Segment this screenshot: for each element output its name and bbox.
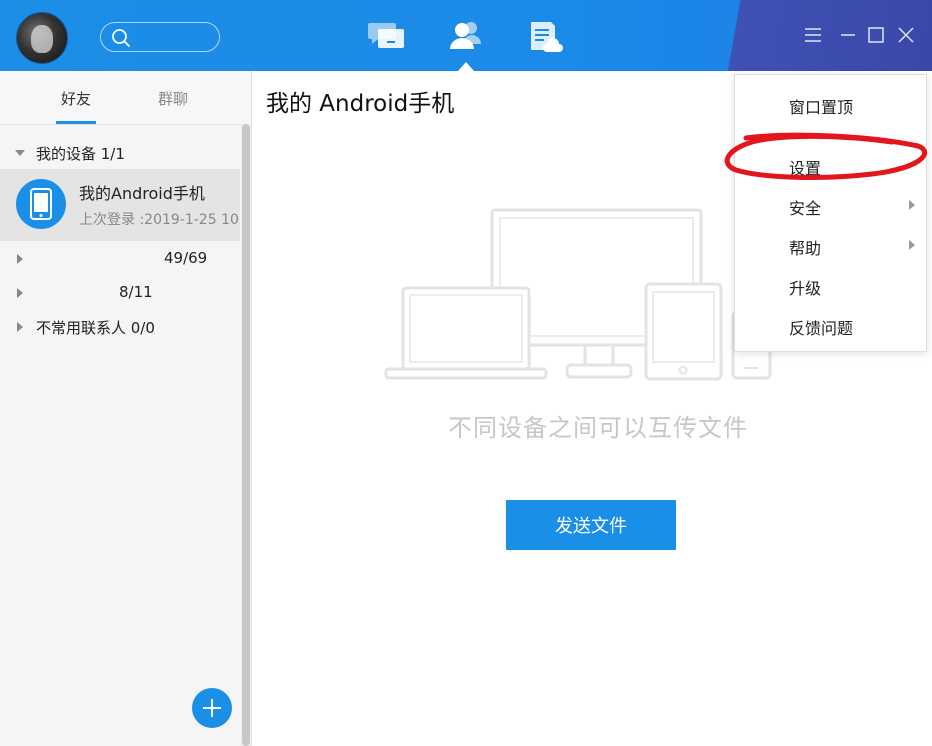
device-list-item[interactable]: 我的Android手机 上次登录 :2019-1-25 10 [0, 169, 240, 241]
notes-icon[interactable] [525, 18, 565, 54]
phone-icon [30, 188, 52, 220]
maximize-icon[interactable] [866, 25, 886, 45]
group-infrequent-contacts[interactable]: 不常用联系人 0/0 [0, 313, 240, 343]
device-name: 我的Android手机 [79, 184, 205, 203]
title-bar [0, 0, 932, 71]
device-avatar [16, 179, 66, 229]
menu-item-label: 设置 [789, 159, 822, 178]
search-icon [112, 29, 130, 47]
submenu-arrow-icon [909, 240, 915, 250]
group-friends-3[interactable]: 8/11 [0, 279, 240, 309]
menu-item-security[interactable]: 安全 [735, 185, 926, 225]
add-button[interactable] [192, 688, 232, 728]
menu-item-help[interactable]: 帮助 [735, 225, 926, 265]
close-icon[interactable] [896, 25, 916, 45]
devices-illustration [384, 208, 772, 381]
device-last-login: 上次登录 :2019-1-25 10 [79, 212, 239, 228]
menu-item-label: 窗口置顶 [789, 98, 854, 117]
group-my-devices[interactable]: 我的设备 1/1 [0, 139, 240, 169]
group-label: 49/69 [164, 249, 208, 267]
menu-item-settings[interactable]: 设置 [735, 145, 926, 185]
submenu-arrow-icon [909, 200, 915, 210]
active-tab-indicator [56, 121, 96, 124]
caret-right-icon [17, 322, 23, 332]
user-avatar[interactable] [16, 12, 68, 64]
empty-hint-text: 不同设备之间可以互传文件 [448, 414, 748, 442]
group-label: 不常用联系人 0/0 [36, 319, 155, 337]
main-menu-dropdown: 窗口置顶 设置 安全 帮助 升级 反馈问题 [734, 74, 927, 352]
caret-right-icon [17, 288, 23, 298]
plus-icon [203, 699, 221, 717]
group-label: 8/11 [119, 283, 153, 301]
menu-item-feedback[interactable]: 反馈问题 [735, 305, 926, 345]
minimize-icon[interactable] [838, 25, 858, 45]
chat-icon[interactable] [367, 18, 407, 54]
sidebar-tabs: 好友 群聊 [0, 71, 251, 125]
menu-item-pin-window[interactable]: 窗口置顶 [735, 84, 926, 124]
menu-item-upgrade[interactable]: 升级 [735, 265, 926, 305]
menu-item-label: 升级 [789, 279, 822, 298]
menu-item-label: 帮助 [789, 239, 822, 258]
caret-down-icon [15, 150, 25, 156]
menu-item-label: 安全 [789, 199, 822, 218]
contacts-icon[interactable] [446, 18, 486, 54]
menu-icon[interactable] [803, 25, 823, 45]
group-label: 我的设备 1/1 [36, 145, 125, 163]
send-file-button[interactable]: 发送文件 [506, 500, 676, 550]
sidebar-scrollbar[interactable] [241, 124, 251, 746]
menu-item-label: 反馈问题 [789, 319, 854, 338]
active-nav-pointer [458, 62, 474, 71]
caret-right-icon [17, 254, 23, 264]
search-box[interactable] [100, 22, 220, 52]
group-friends-2[interactable]: 49/69 [0, 245, 240, 275]
tab-group-chats[interactable]: 群聊 [158, 88, 188, 109]
scrollbar-thumb[interactable] [242, 124, 250, 746]
page-title: 我的 Android手机 [266, 91, 455, 117]
contacts-sidebar: 好友 群聊 我的设备 1/1 我的Android手机 上次登录 :2019-1-… [0, 71, 252, 746]
tab-friends[interactable]: 好友 [61, 88, 91, 109]
